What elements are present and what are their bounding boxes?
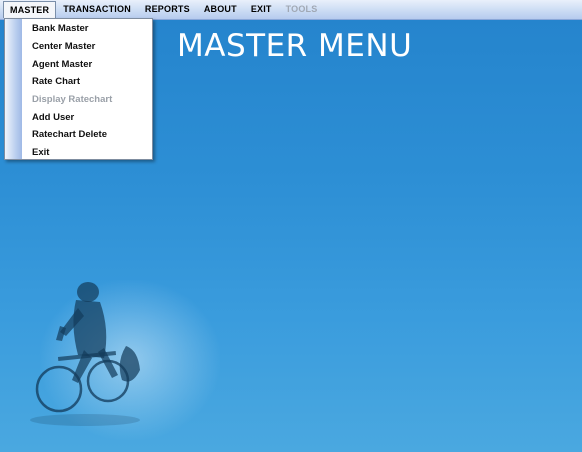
master-dropdown-menu: Bank Master Center Master Agent Master R… xyxy=(4,18,153,160)
menu-master[interactable]: MASTER xyxy=(3,1,57,18)
cyclist-background-image xyxy=(0,250,260,452)
menu-option-center-master[interactable]: Center Master xyxy=(32,38,95,55)
menu-option-display-ratechart: Display Ratechart xyxy=(32,94,113,105)
menu-tools: TOOLS xyxy=(285,4,318,14)
menu-option-exit[interactable]: Exit xyxy=(32,144,49,161)
menu-option-agent-master[interactable]: Agent Master xyxy=(32,56,92,73)
menubar: MASTER TRANSACTION REPORTS ABOUT EXIT TO… xyxy=(0,0,582,20)
page-title: MASTER MENU xyxy=(177,28,413,64)
menu-icon-gutter xyxy=(5,19,22,159)
menu-option-bank-master[interactable]: Bank Master xyxy=(32,20,89,37)
menu-reports[interactable]: REPORTS xyxy=(138,1,197,18)
menu-option-add-user[interactable]: Add User xyxy=(32,109,74,126)
menu-option-rate-chart[interactable]: Rate Chart xyxy=(32,73,80,90)
cyclist-silhouette xyxy=(30,282,140,426)
menu-about[interactable]: ABOUT xyxy=(197,1,244,18)
menu-exit[interactable]: EXIT xyxy=(244,1,279,18)
menu-option-ratechart-delete[interactable]: Ratechart Delete xyxy=(32,126,107,143)
menu-transaction[interactable]: TRANSACTION xyxy=(56,1,138,18)
main-window: MASTER TRANSACTION REPORTS ABOUT EXIT TO… xyxy=(0,0,582,452)
